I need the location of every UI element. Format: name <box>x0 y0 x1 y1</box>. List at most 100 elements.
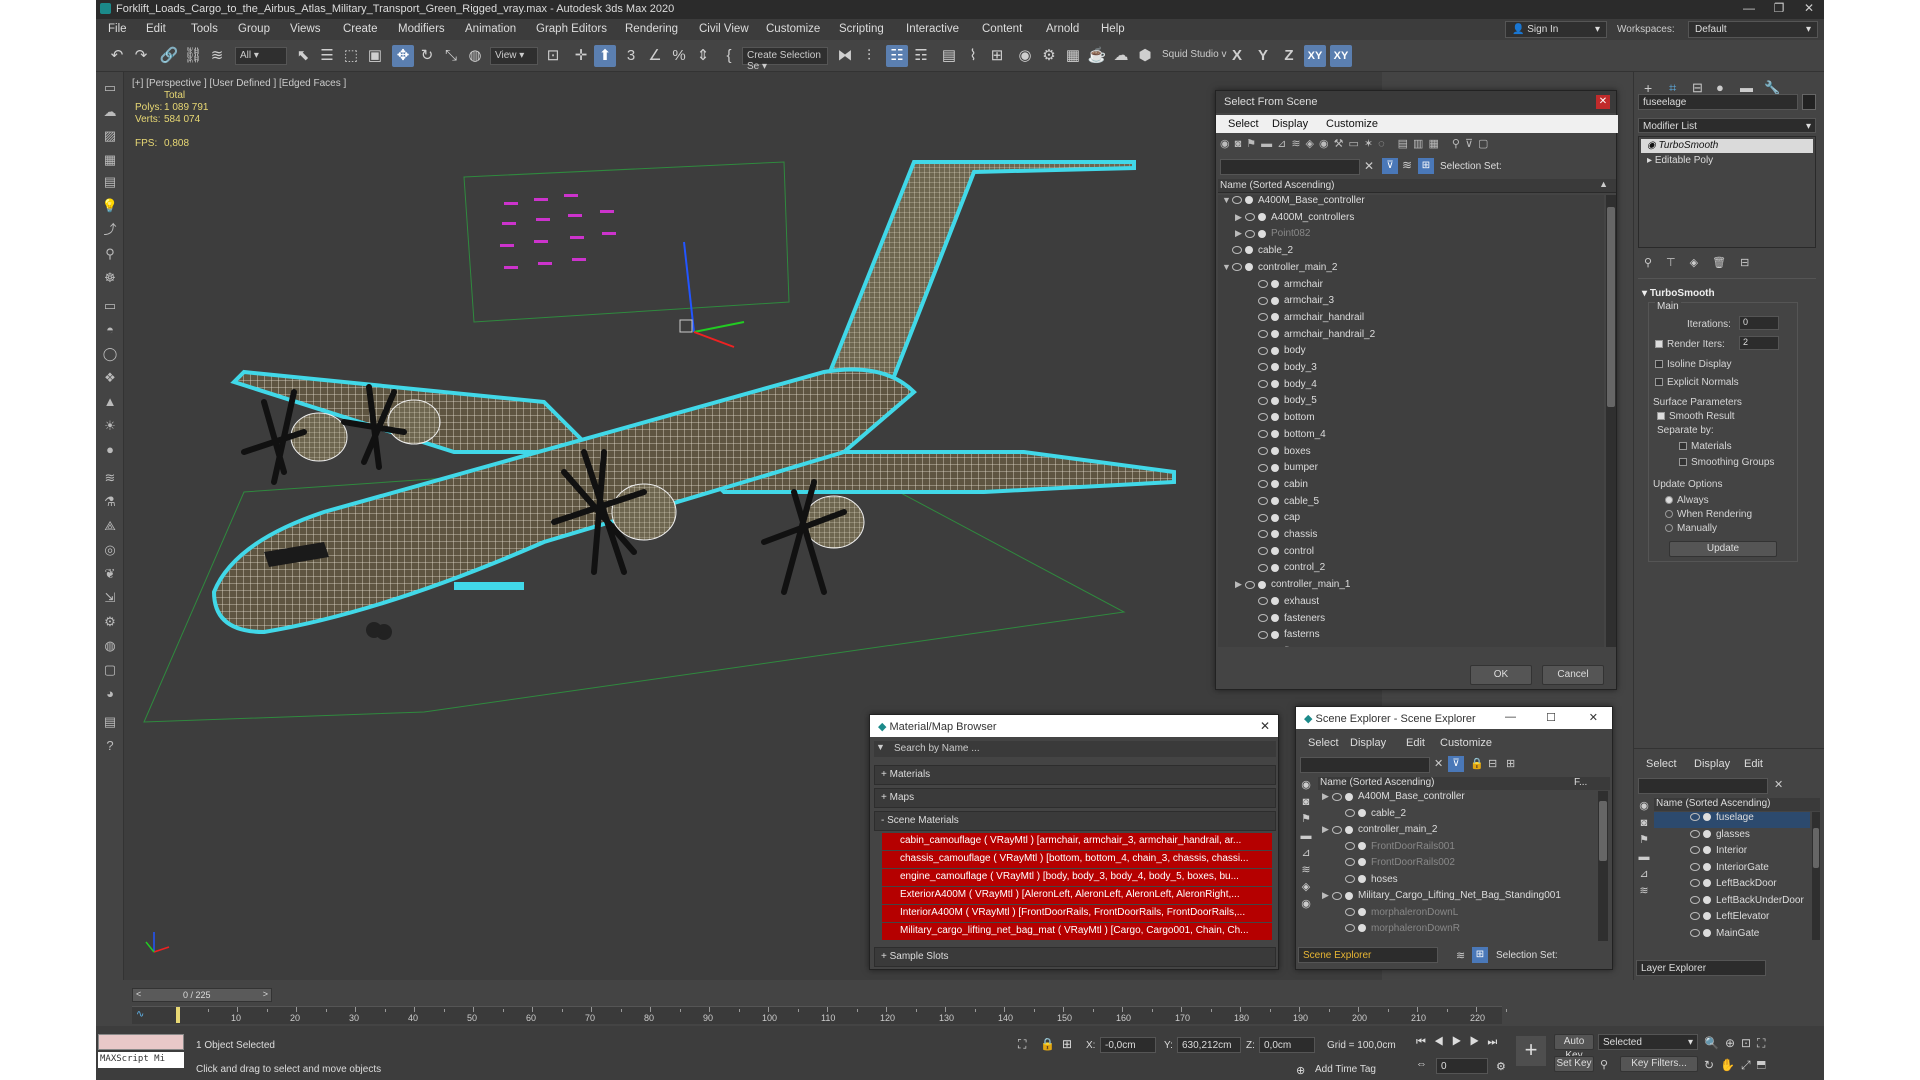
material-search-bar[interactable]: ▼ Search by Name ... <box>874 741 1276 757</box>
sfs-row[interactable]: exhaust <box>1218 596 1604 612</box>
layer-row[interactable]: LeftBackDoor <box>1654 878 1810 894</box>
se-row[interactable]: FrontDoorRails002 <box>1318 857 1594 873</box>
le-search-input[interactable] <box>1638 778 1768 794</box>
update-rendering-row[interactable]: When Rendering <box>1665 509 1752 520</box>
display-tab-icon[interactable]: ▬ <box>1740 80 1753 95</box>
se-lock-icon[interactable]: 🔒 <box>1470 757 1484 770</box>
sfs-row[interactable]: fasterns <box>1218 629 1604 645</box>
update-always-row[interactable]: Always <box>1665 495 1709 506</box>
select-and-move-icon[interactable]: ✥ <box>392 45 414 67</box>
viewport-navigation-controls[interactable]: 🔍⊕⊡⛶ <box>1704 1036 1771 1051</box>
sfs-row[interactable]: cap <box>1218 512 1604 528</box>
keyboard-shortcut-override-icon[interactable]: ⬆ <box>594 45 616 67</box>
se-row[interactable]: ▶ Military_Cargo_Lifting_Net_Bag_Standing… <box>1318 890 1594 906</box>
sfs-row[interactable]: chassis <box>1218 529 1604 545</box>
layer-row[interactable]: LeftElevator <box>1654 911 1810 927</box>
lock-selection-icon[interactable]: 🔒 <box>1040 1037 1055 1051</box>
visibility-eye-icon[interactable] <box>1258 530 1268 539</box>
visibility-eye-icon[interactable] <box>1258 380 1268 389</box>
visibility-eye-icon[interactable] <box>1345 874 1355 883</box>
layer-row[interactable]: fuselage <box>1654 812 1810 828</box>
axis-y-button[interactable]: Y <box>1252 45 1274 67</box>
visibility-eye-icon[interactable] <box>1245 229 1255 238</box>
se-search-input[interactable] <box>1300 757 1430 773</box>
menu-arnold[interactable]: Arnold <box>1046 23 1079 35</box>
maxscript-listener[interactable]: MAXScript Mi <box>98 1052 184 1068</box>
sfs-row[interactable]: cabin <box>1218 479 1604 495</box>
expand-arrow-icon[interactable]: ▶ <box>1322 890 1332 901</box>
expand-arrow-icon[interactable]: ▶ <box>1322 791 1332 802</box>
visibility-eye-icon[interactable] <box>1258 613 1268 622</box>
explicit-normals-checkbox[interactable] <box>1655 378 1663 387</box>
se-clear-search-icon[interactable]: ✕ <box>1434 757 1443 770</box>
motion-tab-icon[interactable]: ● <box>1716 80 1724 95</box>
se-filter-sidebar[interactable]: ◉ ◙ ⚑ ▬ ⊿ ≋ ◈ ◉ <box>1296 777 1316 947</box>
axis-x-button[interactable]: X <box>1226 45 1248 67</box>
sfs-row[interactable]: armchair <box>1218 279 1604 295</box>
create-light-icon[interactable]: 💡 <box>100 196 120 216</box>
current-frame-marker[interactable] <box>176 1007 180 1023</box>
material-item[interactable]: Military_cargo_lifting_net_bag_mat ( VRa… <box>882 923 1272 940</box>
maximize-icon[interactable]: ❐ <box>1764 1 1794 18</box>
rectangular-selection-icon[interactable]: ⬚ <box>340 45 362 67</box>
create-foliage-icon[interactable]: ❦ <box>100 564 120 584</box>
visibility-eye-icon[interactable] <box>1690 862 1700 871</box>
menu-animation[interactable]: Animation <box>465 23 516 35</box>
layer-row[interactable]: MainGate <box>1654 928 1810 941</box>
material-browser-close-icon[interactable]: ✕ <box>1260 719 1270 733</box>
sfs-row[interactable]: control_2 <box>1218 562 1604 578</box>
sfs-row[interactable]: boxes <box>1218 446 1604 462</box>
material-item[interactable]: ExteriorA400M ( VRayMtl ) [AleronLeft, A… <box>882 887 1272 904</box>
sfs-row[interactable]: ▶ controller_main_1 <box>1218 579 1604 595</box>
menu-tools[interactable]: Tools <box>191 23 218 35</box>
minimize-icon[interactable]: — <box>1734 1 1764 18</box>
sfs-row[interactable]: body_4 <box>1218 379 1604 395</box>
sfs-row[interactable]: bottom <box>1218 412 1604 428</box>
visibility-eye-icon[interactable] <box>1232 196 1242 205</box>
isolate-selection-icon[interactable]: ⛶ <box>1018 1037 1026 1052</box>
separate-materials-row[interactable]: Materials <box>1679 441 1732 452</box>
visibility-eye-icon[interactable] <box>1258 396 1268 405</box>
eye-icon[interactable]: ◉ <box>1647 140 1659 151</box>
material-editor-icon[interactable]: ◉ <box>1014 45 1036 67</box>
menu-help[interactable]: Help <box>1101 23 1125 35</box>
create-biped-icon[interactable]: ⟁ <box>100 516 120 536</box>
key-filters-button[interactable]: Key Filters... <box>1620 1056 1698 1072</box>
menu-modifiers[interactable]: Modifiers <box>398 23 445 35</box>
visibility-eye-icon[interactable] <box>1258 279 1268 288</box>
sfs-row[interactable]: ▼ controller_main_2 <box>1218 262 1604 278</box>
se-maximize-icon[interactable]: ☐ <box>1546 711 1556 724</box>
se-menu-edit[interactable]: Edit <box>1406 737 1425 749</box>
curve-editor-icon[interactable]: ⌇ <box>962 45 984 67</box>
se-filter-icon[interactable]: ⊽ <box>1448 756 1464 772</box>
ok-button[interactable]: OK <box>1470 665 1532 685</box>
visibility-eye-icon[interactable] <box>1245 580 1255 589</box>
create-torus-icon[interactable]: ◯ <box>100 344 120 364</box>
create-particle-icon[interactable]: ⚗ <box>100 492 120 512</box>
sfs-row[interactable]: fasteners <box>1218 613 1604 629</box>
visibility-eye-icon[interactable] <box>1345 841 1355 850</box>
sfs-filter-toolbar[interactable]: ◉◙⚑▬⊿≋◈◉⚒▭✶◌ ▤▥▦ ⚲⊽▢ <box>1220 137 1614 155</box>
sfs-row[interactable]: ▶ Point082 <box>1218 228 1604 244</box>
render-iters-row[interactable]: Render Iters: <box>1655 339 1725 350</box>
create-hair-icon[interactable]: ≋ <box>100 468 120 488</box>
visibility-eye-icon[interactable] <box>1345 808 1355 817</box>
se-explorer-dropdown[interactable]: Scene Explorer <box>1298 947 1438 963</box>
isoline-display-row[interactable]: Isoline Display <box>1655 359 1731 370</box>
menu-interactive[interactable]: Interactive <box>906 23 959 35</box>
create-blue-icon[interactable]: ◕ <box>100 684 120 704</box>
le-menu-display[interactable]: Display <box>1694 758 1730 770</box>
section-scene-materials[interactable]: - Scene Materials <box>874 811 1276 831</box>
visibility-eye-icon[interactable] <box>1258 496 1268 505</box>
sfs-row[interactable]: armchair_handrail_2 <box>1218 329 1604 345</box>
material-item[interactable]: InteriorA400M ( VRayMtl ) [FrontDoorRail… <box>882 905 1272 922</box>
separate-smoothing-checkbox[interactable] <box>1679 458 1687 467</box>
selected-set-dropdown[interactable]: Selected ▾ <box>1598 1034 1698 1050</box>
material-search-input[interactable]: Search by Name ... <box>894 743 980 754</box>
reference-coordinate-dropdown[interactable]: View ▾ <box>490 47 538 65</box>
sfs-column-header[interactable]: Name (Sorted Ascending) ▲ <box>1218 179 1616 193</box>
create-helper-icon[interactable]: ⚲ <box>100 244 120 264</box>
se-row[interactable]: FrontDoorRails001 <box>1318 841 1594 857</box>
visibility-eye-icon[interactable] <box>1258 430 1268 439</box>
toggle-layer-explorer-icon[interactable]: ☶ <box>910 45 932 67</box>
